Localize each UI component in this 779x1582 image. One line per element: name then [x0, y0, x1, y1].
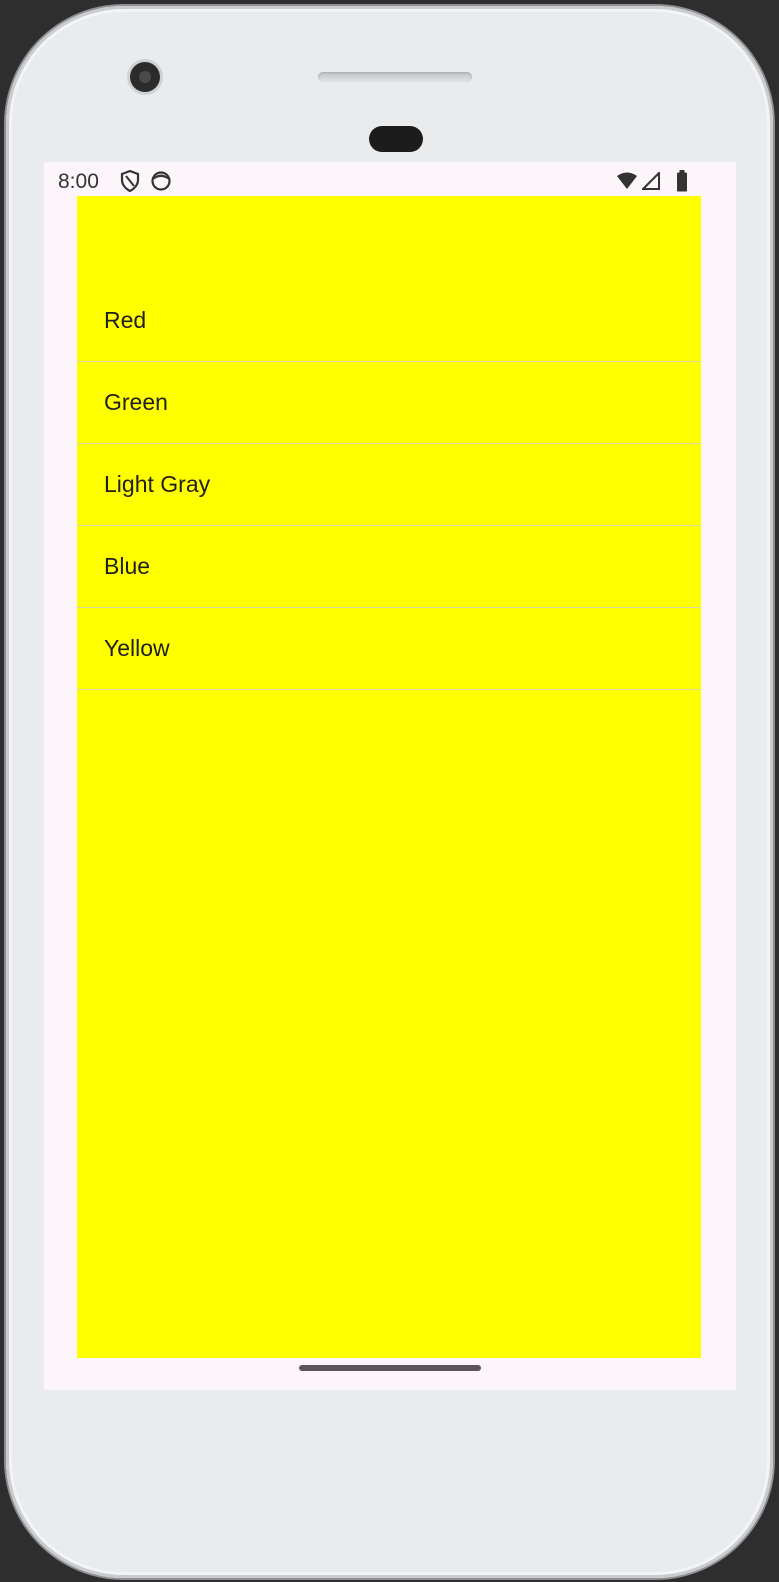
front-camera	[130, 62, 160, 92]
signal-icon	[640, 170, 660, 194]
list-item-red[interactable]: Red	[77, 280, 701, 362]
battery-icon	[676, 170, 688, 196]
home-indicator[interactable]	[299, 1365, 481, 1371]
list-item-blue[interactable]: Blue	[77, 526, 701, 608]
status-bar: 8:00	[44, 162, 736, 198]
device-screen: 8:00 Red Green Light Gray Blue Yellow	[44, 162, 736, 1390]
status-time: 8:00	[58, 170, 99, 193]
earpiece-speaker	[318, 72, 472, 82]
color-list: Red Green Light Gray Blue Yellow	[77, 280, 701, 690]
shield-icon	[120, 169, 140, 196]
list-container: Red Green Light Gray Blue Yellow	[77, 196, 701, 1358]
wifi-icon	[616, 172, 638, 194]
list-item-light-gray[interactable]: Light Gray	[77, 444, 701, 526]
list-item-yellow[interactable]: Yellow	[77, 608, 701, 690]
list-item-green[interactable]: Green	[77, 362, 701, 444]
mask-icon	[150, 170, 172, 196]
proximity-sensor	[369, 126, 423, 152]
